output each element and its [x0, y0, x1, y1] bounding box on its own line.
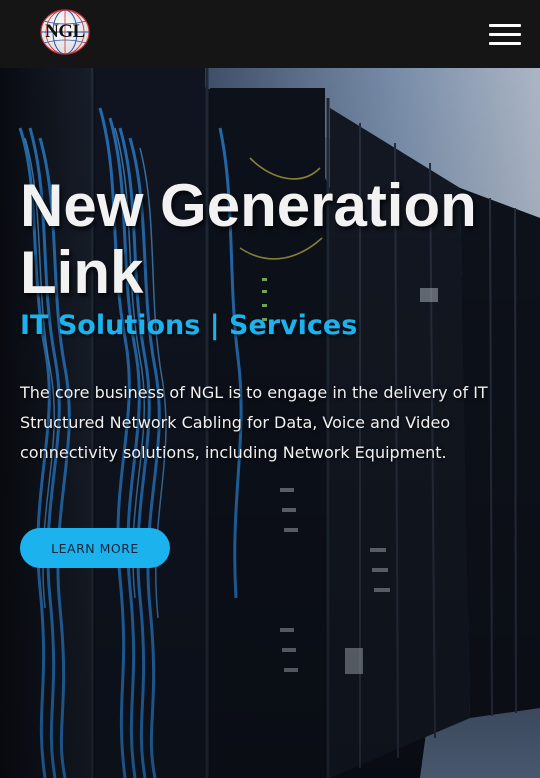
hero-description: The core business of NGL is to engage in… [20, 383, 488, 462]
menu-bar [489, 33, 521, 36]
hero-subtitle: IT Solutions | Services [20, 310, 358, 341]
site-header: NGL [0, 0, 540, 68]
hero-section: New Generation Link IT Solutions | Servi… [0, 68, 540, 778]
menu-bar [489, 42, 521, 45]
menu-bar [489, 24, 521, 27]
learn-more-button[interactable]: LEARN MORE [20, 528, 170, 568]
ngl-logo[interactable]: NGL [39, 8, 91, 56]
hero-title: New Generation Link [20, 172, 477, 306]
page: NGL New Generation Link IT Solutions | S… [0, 0, 540, 778]
logo-text: NGL [45, 21, 85, 42]
hamburger-menu-icon[interactable] [489, 22, 521, 46]
